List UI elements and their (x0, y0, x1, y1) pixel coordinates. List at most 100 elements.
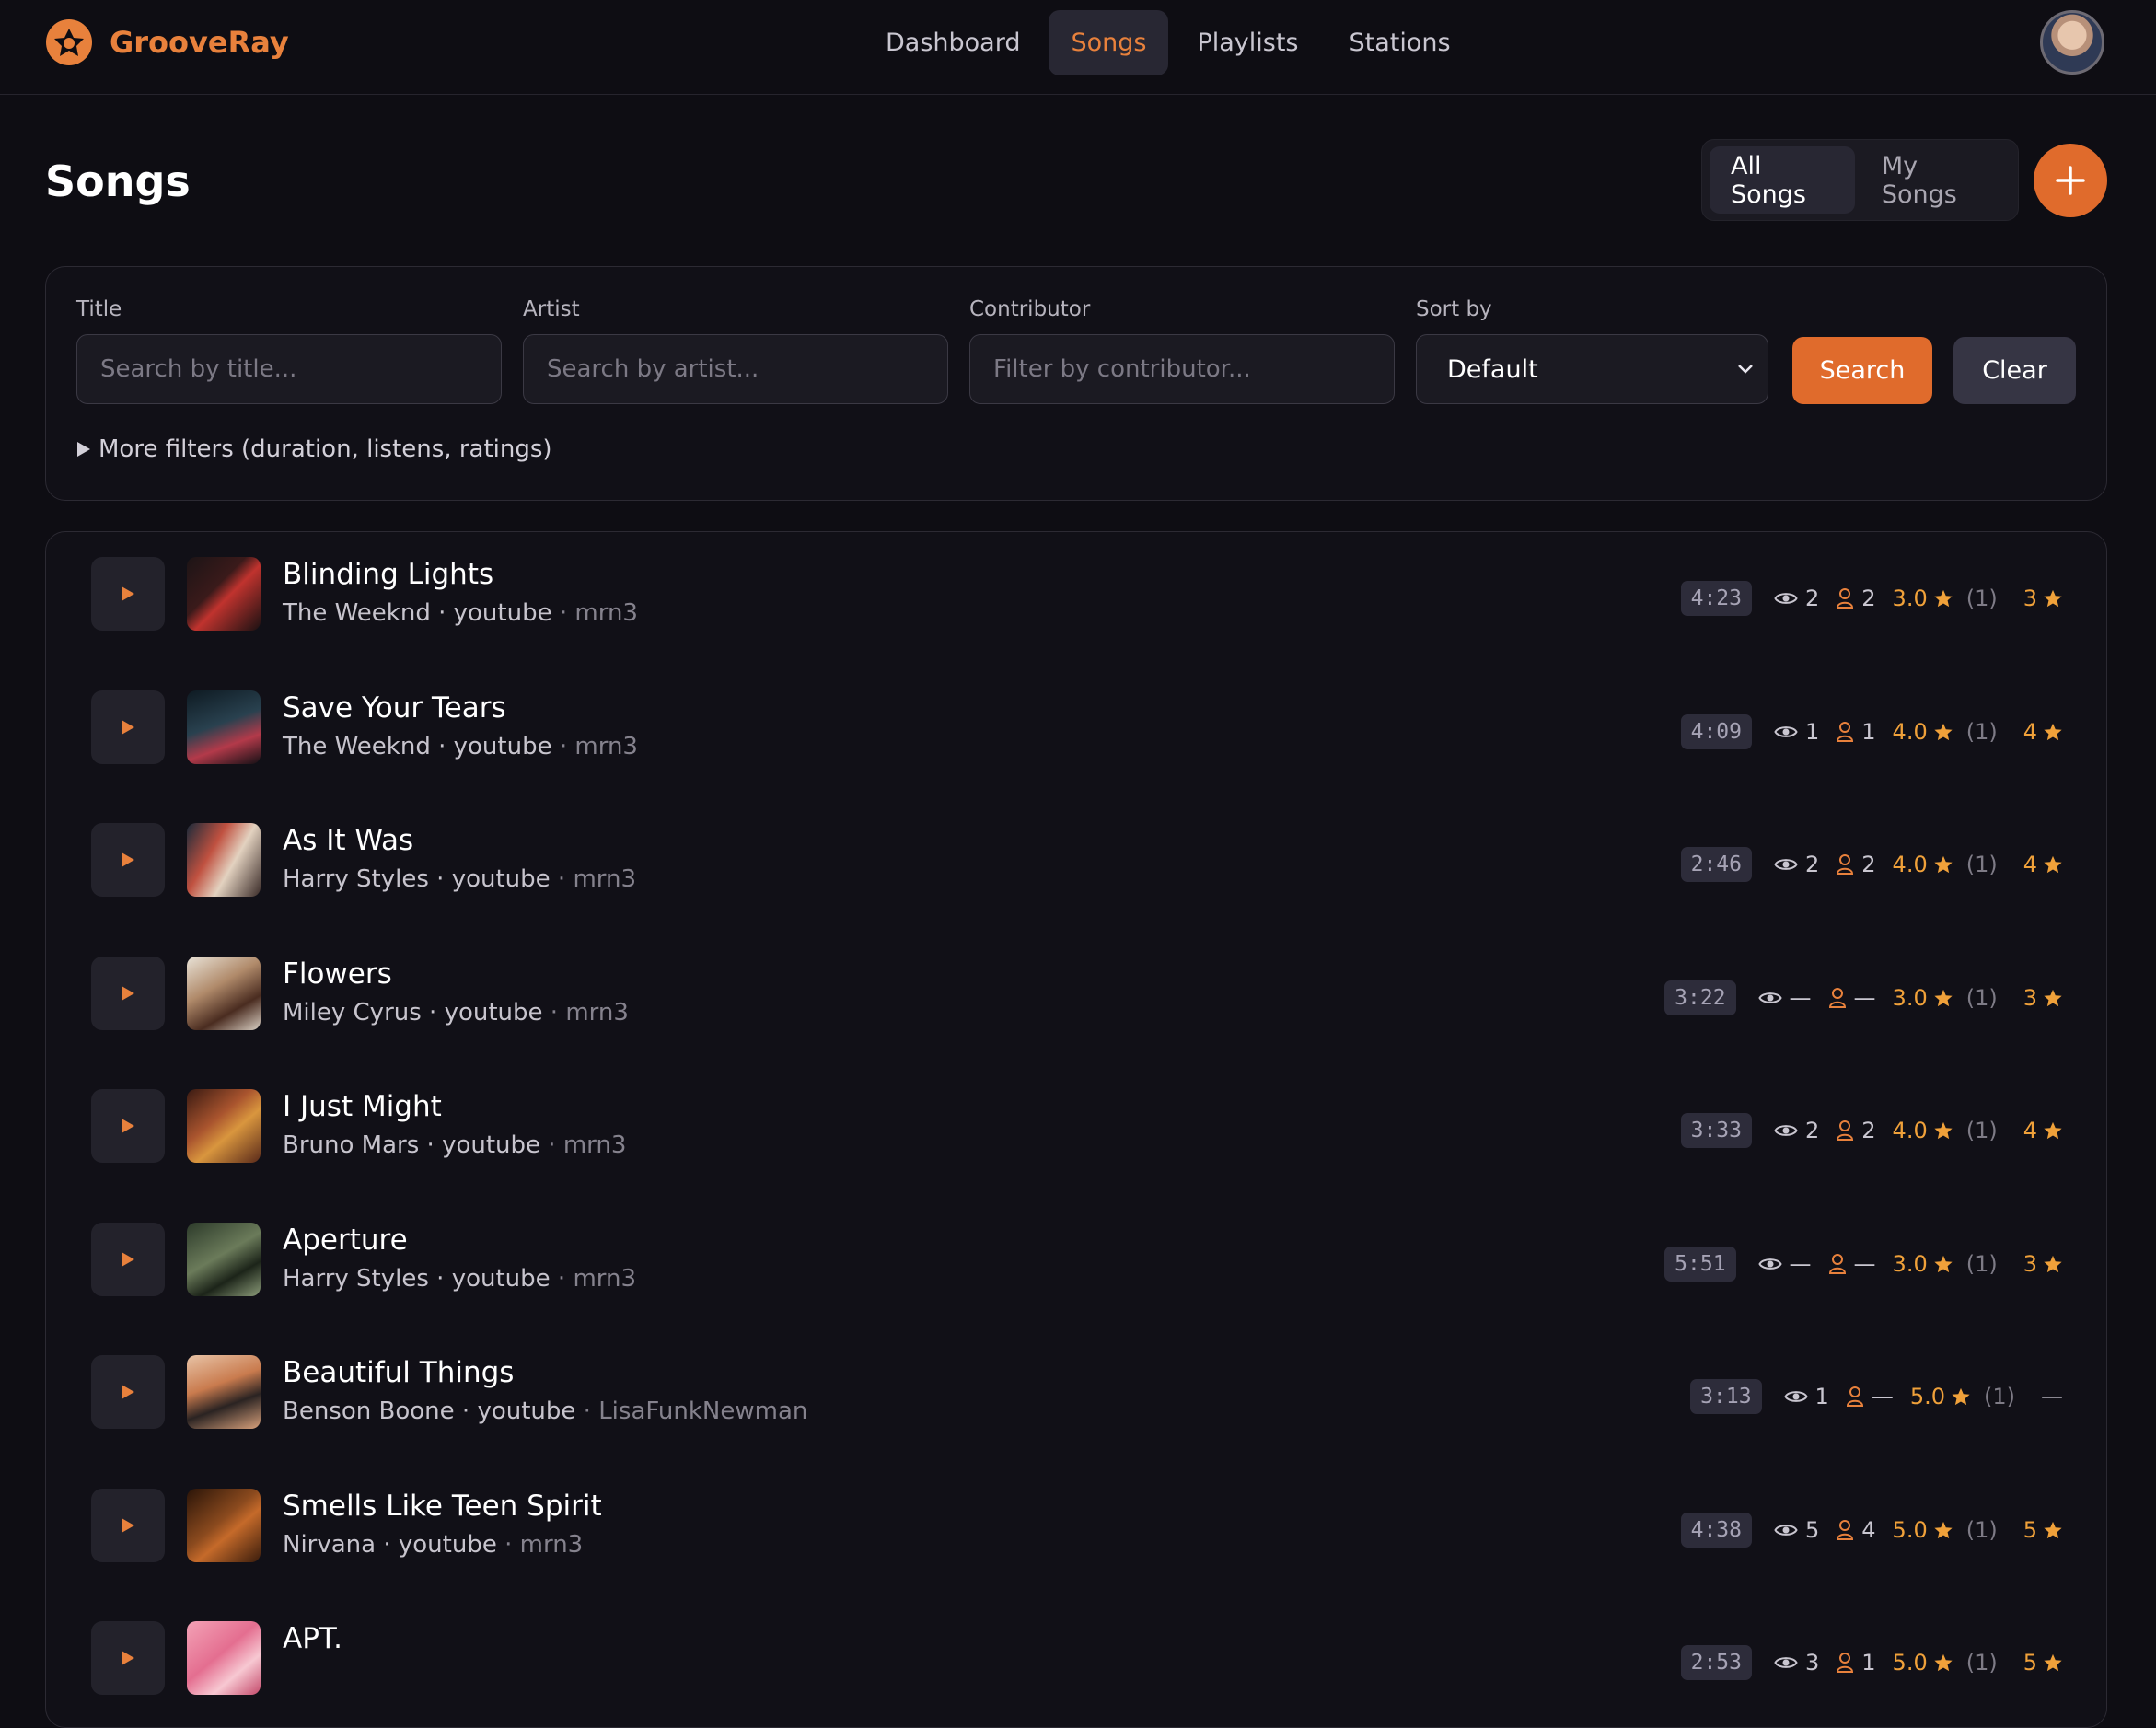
play-button[interactable] (91, 823, 165, 897)
song-row[interactable]: Save Your Tears The Weeknd · youtube · m… (46, 666, 2106, 798)
average-rating-value: 5.0 (1909, 1384, 1945, 1409)
tab-all-songs[interactable]: All Songs (1710, 146, 1855, 214)
song-contributor[interactable]: mrn3 (565, 999, 629, 1026)
song-thumbnail (187, 1222, 261, 1296)
play-button[interactable] (91, 1621, 165, 1695)
nav-songs[interactable]: Songs (1049, 10, 1169, 75)
song-title[interactable]: As It Was (283, 824, 413, 857)
song-title[interactable]: Smells Like Teen Spirit (283, 1490, 602, 1523)
song-row[interactable]: I Just Might Bruno Mars · youtube · mrn3… (46, 1064, 2106, 1197)
song-row[interactable]: Smells Like Teen Spirit Nirvana · youtub… (46, 1464, 2106, 1596)
play-button[interactable] (91, 690, 165, 764)
listeners-count: — (1871, 1384, 1894, 1409)
song-row[interactable]: Blinding Lights The Weeknd · youtube · m… (46, 532, 2106, 665)
song-contributor[interactable]: mrn3 (563, 1131, 627, 1159)
search-button[interactable]: Search (1792, 337, 1932, 404)
song-row[interactable]: Aperture Harry Styles · youtube · mrn3 5… (46, 1198, 2106, 1330)
average-rating: 4.0 (1893, 719, 1953, 745)
average-rating: 5.0 (1910, 1384, 1971, 1409)
my-rating[interactable]: 3 (2023, 586, 2063, 611)
my-rating[interactable]: 4 (2023, 852, 2063, 877)
song-artist[interactable]: Harry Styles (283, 1265, 429, 1293)
song-artist[interactable]: The Weeknd (283, 599, 431, 627)
song-contributor[interactable]: mrn3 (573, 1265, 636, 1293)
song-artist[interactable]: Benson Boone (283, 1397, 455, 1425)
song-contributor[interactable]: LisaFunkNewman (598, 1397, 807, 1425)
song-subtitle: Harry Styles · youtube · mrn3 (283, 1264, 637, 1293)
star-icon (1934, 1521, 1953, 1538)
my-rating[interactable]: 3 (2023, 985, 2063, 1011)
song-row[interactable]: Flowers Miley Cyrus · youtube · mrn3 3:2… (46, 932, 2106, 1064)
play-button[interactable] (91, 1089, 165, 1163)
eye-icon (1783, 1391, 1808, 1402)
average-rating: 3.0 (1893, 1251, 1953, 1277)
play-button[interactable] (91, 1222, 165, 1296)
song-title[interactable]: Save Your Tears (283, 691, 506, 725)
song-artist[interactable]: Nirvana (283, 1531, 376, 1559)
title-search-input[interactable] (76, 334, 502, 404)
brand[interactable]: GrooveRay (43, 17, 289, 68)
song-source: youtube (442, 1131, 541, 1159)
song-artist[interactable]: The Weeknd (283, 733, 431, 760)
play-button[interactable] (91, 1488, 165, 1562)
song-title[interactable]: Flowers (283, 957, 392, 991)
artist-search-input[interactable] (523, 334, 948, 404)
nav-playlists[interactable]: Playlists (1175, 10, 1320, 75)
song-contributor[interactable]: mrn3 (520, 1531, 584, 1559)
song-artist[interactable]: Miley Cyrus (283, 999, 422, 1026)
nav-dashboard[interactable]: Dashboard (864, 10, 1042, 75)
song-artist[interactable]: Bruno Mars (283, 1131, 419, 1159)
average-rating-value: 4.0 (1892, 718, 1928, 745)
my-rating[interactable]: 4 (2023, 719, 2063, 745)
nav-stations[interactable]: Stations (1327, 10, 1473, 75)
user-avatar[interactable] (2040, 10, 2104, 75)
top-navigation-bar: GrooveRay Dashboard Songs Playlists Stat… (0, 0, 2156, 95)
my-rating[interactable]: 3 (2023, 1251, 2063, 1277)
listeners-stat: 1 (1836, 1650, 1876, 1676)
views-stat: 5 (1774, 1517, 1819, 1543)
song-duration: 3:13 (1690, 1379, 1762, 1414)
song-title[interactable]: I Just Might (283, 1090, 442, 1123)
song-row[interactable]: APT. 2:53 3 1 5.0 (1) 5 (46, 1596, 2106, 1727)
song-row[interactable]: As It Was Harry Styles · youtube · mrn3 … (46, 798, 2106, 931)
my-rating[interactable]: 4 (2023, 1118, 2063, 1143)
my-rating[interactable]: — (2041, 1384, 2063, 1409)
song-source: youtube (451, 1264, 551, 1293)
song-artist[interactable]: Harry Styles (283, 865, 429, 893)
song-title[interactable]: Beautiful Things (283, 1356, 514, 1389)
clear-button[interactable]: Clear (1953, 337, 2076, 404)
tab-my-songs[interactable]: My Songs (1860, 146, 2011, 214)
average-rating-value: 3.0 (1892, 984, 1928, 1011)
person-icon (1837, 1120, 1854, 1141)
song-meta: 2:46 2 2 4.0 (1) 4 (1680, 846, 2063, 883)
song-contributor[interactable]: mrn3 (574, 599, 638, 627)
average-rating: 3.0 (1893, 586, 1953, 611)
play-button[interactable] (91, 557, 165, 631)
add-song-button[interactable] (2034, 144, 2107, 217)
song-thumbnail (187, 1089, 261, 1163)
listeners-count: 2 (1861, 586, 1876, 611)
contributor-filter-input[interactable] (969, 334, 1395, 404)
my-rating[interactable]: 5 (2023, 1517, 2063, 1543)
song-meta: 4:23 2 2 3.0 (1) 3 (1680, 580, 2063, 617)
song-row[interactable]: Beautiful Things Benson Boone · youtube … (46, 1330, 2106, 1463)
play-button[interactable] (91, 956, 165, 1030)
person-icon (1837, 721, 1854, 742)
song-title[interactable]: Blinding Lights (283, 558, 493, 591)
listeners-stat: — (1828, 1251, 1876, 1277)
song-title[interactable]: Aperture (283, 1224, 408, 1257)
rating-count: (1) (1965, 1250, 1998, 1277)
eye-icon (1757, 992, 1782, 1003)
my-rating-value: 3 (2023, 1250, 2037, 1277)
more-filters-toggle[interactable]: More filters (duration, listens, ratings… (76, 435, 552, 463)
song-title[interactable]: APT. (283, 1622, 342, 1655)
star-icon (2044, 1121, 2062, 1140)
listeners-count: 4 (1861, 1516, 1876, 1543)
song-contributor[interactable]: mrn3 (573, 865, 636, 893)
play-button[interactable] (91, 1355, 165, 1429)
my-rating[interactable]: 5 (2023, 1650, 2063, 1676)
rating-count: (1) (1965, 1516, 1998, 1543)
star-icon (2044, 1521, 2062, 1538)
song-contributor[interactable]: mrn3 (574, 733, 638, 760)
sort-by-select[interactable]: Default (1416, 334, 1768, 404)
